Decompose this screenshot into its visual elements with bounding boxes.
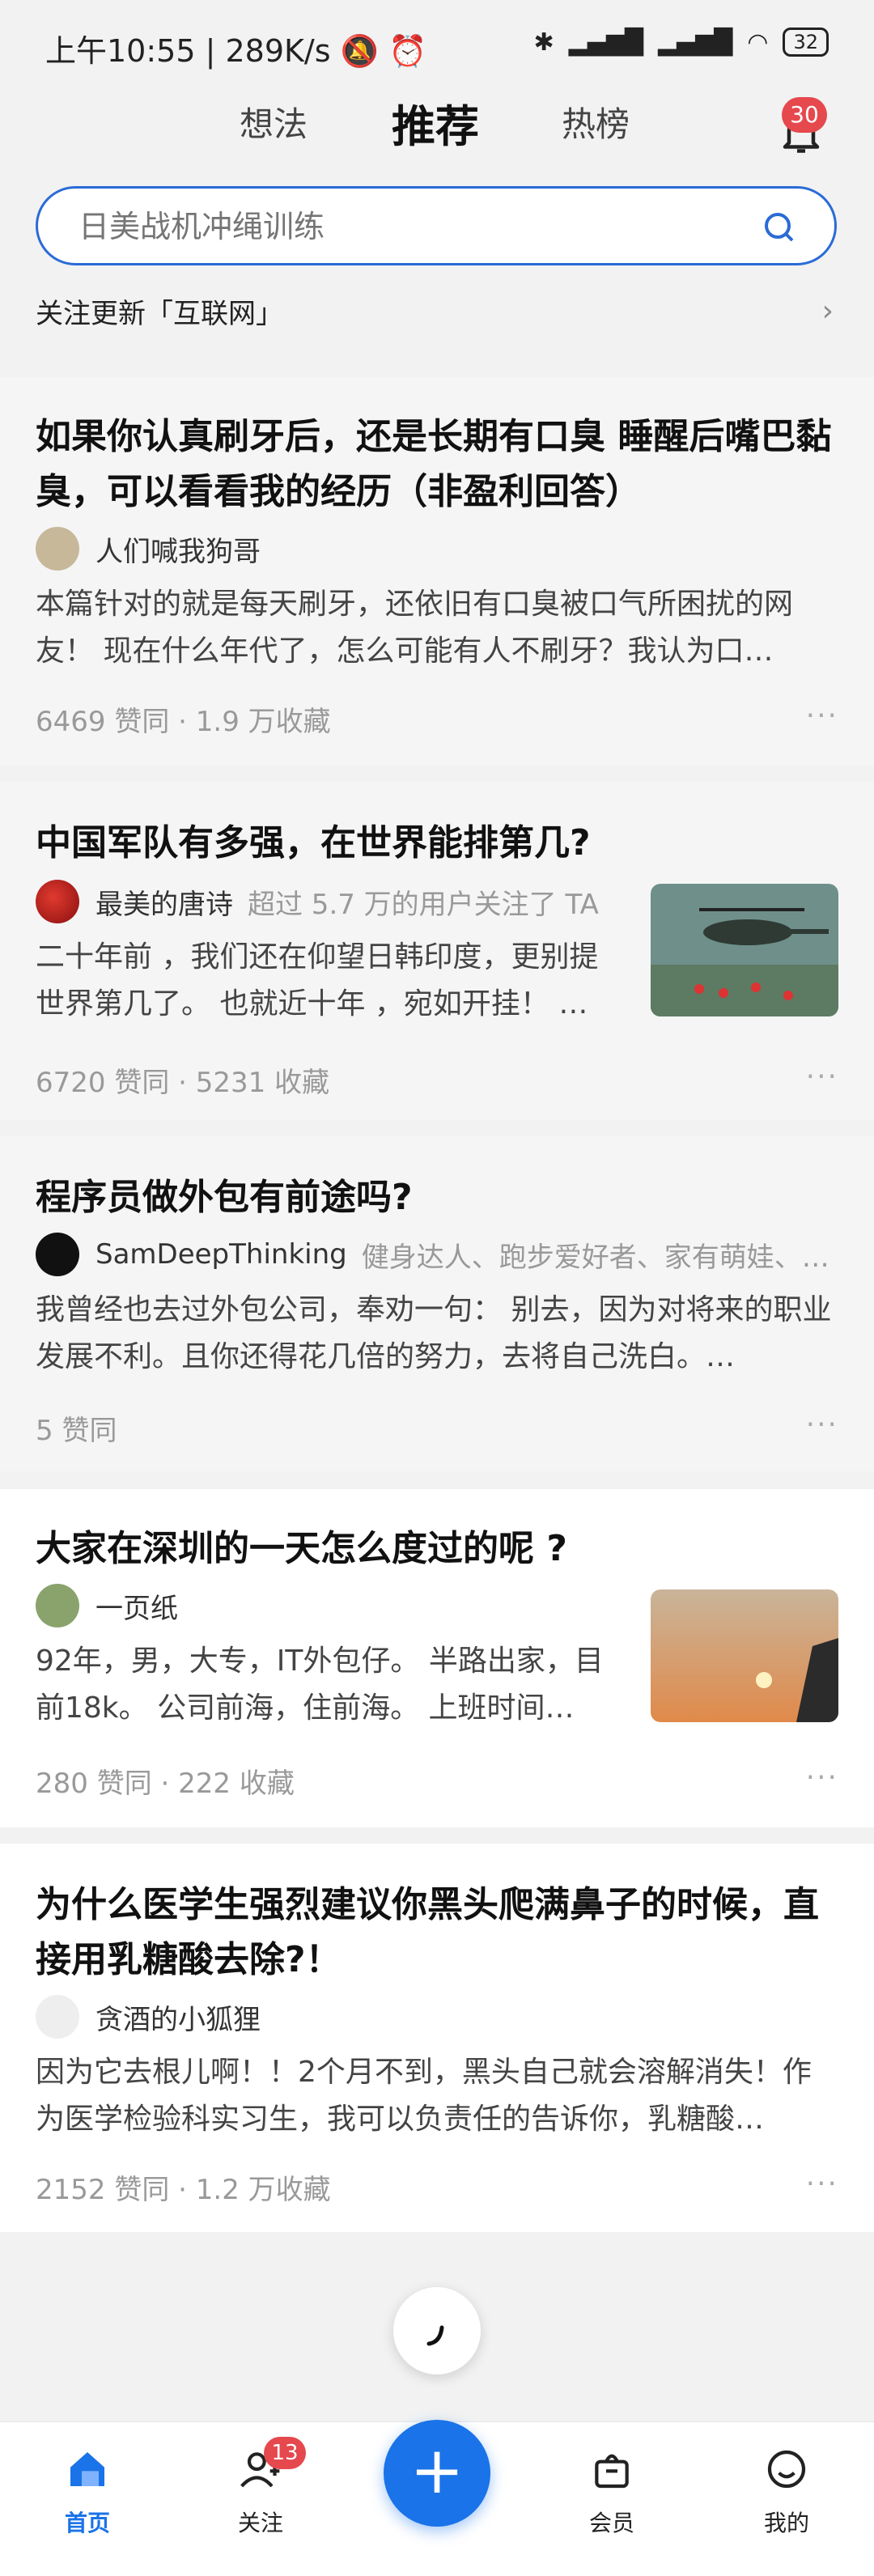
more-icon[interactable]: ··· — [806, 1060, 838, 1093]
alarm-icon: ⏰ — [388, 33, 427, 69]
feed-card[interactable]: 为什么医学生强烈建议你黑头爬满鼻子的时候，直接用乳糖酸去除?！ 贪酒的小狐狸 因… — [0, 1844, 874, 2232]
follow-badge: 13 — [264, 2437, 306, 2469]
avatar[interactable] — [36, 1233, 79, 1276]
card-excerpt[interactable]: 因为它去根儿啊！！2个月不到，黑头自己就会溶解消失！作为医学检验科实习生，我可以… — [36, 2049, 837, 2143]
follow-update-text: 关注更新「互联网」 — [36, 298, 283, 330]
more-icon[interactable]: ··· — [806, 1408, 838, 1441]
card-title[interactable]: 如果你认真刷牙后，还是长期有口臭 睡醒后嘴巴黏臭，可以看看我的经历（非盈利回答） — [36, 410, 837, 520]
more-icon[interactable]: ··· — [806, 699, 838, 732]
card-title[interactable]: 大家在深圳的一天怎么度过的呢 ? — [36, 1521, 837, 1577]
top-tabs: 想法 推荐 热榜 30 — [0, 89, 874, 170]
card-stats: 5 赞同 — [36, 1415, 117, 1447]
tab-hot[interactable]: 热榜 — [562, 97, 630, 146]
card-thumbnail-helicopter[interactable] — [651, 884, 838, 1016]
card-author[interactable]: 贪酒的小狐狸 — [36, 1992, 261, 2041]
mute-icon: 🔕 — [340, 33, 379, 69]
feed-card[interactable]: 程序员做外包有前途吗? SamDeepThinking 健身达人、跑步爱好者、家… — [0, 1136, 874, 1471]
author-meta: 超过 5.7 万的用户关注了 TA — [248, 888, 599, 921]
card-stats: 6720 赞同 · 5231 收藏 — [36, 1067, 330, 1099]
vip-bag-icon — [595, 2454, 629, 2489]
card-author[interactable]: 人们喊我狗哥 — [36, 524, 261, 573]
card-excerpt[interactable]: 本篇针对的就是每天刷牙，还依旧有口臭被口气所困扰的网友！ 现在什么年代了，怎么可… — [36, 581, 837, 675]
author-meta: 健身达人、跑步爱好者、家有萌娃、… — [361, 1241, 829, 1274]
nav-home-label: 首页 — [64, 2510, 110, 2536]
bluetooth-icon: ✱ — [533, 28, 554, 57]
status-time: 上午10:55 | 289K/s 🔕 ⏰ — [45, 33, 427, 69]
notification-badge: 30 — [782, 97, 827, 133]
card-thumbnail-sunset[interactable] — [651, 1589, 838, 1722]
status-bar: 上午10:55 | 289K/s 🔕 ⏰ ✱ ▂▄▆█ ▂▄▆█ ◠ 32 — [0, 0, 874, 89]
author-name[interactable]: 贪酒的小狐狸 — [95, 1997, 261, 2037]
tab-recommend[interactable]: 推荐 — [392, 91, 479, 155]
nav-me-label: 我的 — [763, 2510, 809, 2536]
feed-card[interactable]: 中国军队有多强，在世界能排第几? 最美的唐诗 超过 5.7 万的用户关注了 TA… — [0, 782, 874, 1120]
card-excerpt[interactable]: 我曾经也去过外包公司，奉劝一句： 别去，因为对将来的职业发展不利。且你还得花几倍… — [36, 1287, 837, 1381]
search-input[interactable] — [77, 205, 744, 248]
home-icon — [70, 2452, 104, 2486]
search-bar[interactable] — [36, 186, 837, 265]
feed-card[interactable]: 大家在深圳的一天怎么度过的呢 ? 一页纸 92年，男，大专，IT外包仔。 半路出… — [0, 1489, 874, 1827]
card-author[interactable]: 一页纸 — [36, 1581, 178, 1630]
loading-icon — [426, 2325, 444, 2346]
wifi-icon: ◠ — [747, 28, 769, 57]
nav-vip-label: 会员 — [588, 2510, 634, 2536]
more-icon[interactable]: ··· — [806, 1761, 838, 1794]
plus-icon: + — [409, 2433, 465, 2508]
card-stats: 280 赞同 · 222 收藏 — [36, 1768, 295, 1800]
card-title[interactable]: 为什么医学生强烈建议你黑头爬满鼻子的时候，直接用乳糖酸去除?！ — [36, 1878, 837, 1988]
search-icon[interactable] — [760, 208, 799, 247]
nav-me[interactable]: 我的 — [738, 2447, 835, 2538]
card-excerpt[interactable]: 92年，男，大专，IT外包仔。 半路出家，目前18k。 公司前海，住前海。 上班… — [36, 1638, 626, 1732]
avatar[interactable] — [36, 880, 79, 923]
signal-icon-2: ▂▄▆█ — [657, 28, 733, 57]
nav-vip[interactable]: 会员 — [563, 2447, 660, 2538]
author-name[interactable]: 最美的唐诗 — [95, 882, 233, 922]
notification-button[interactable]: 30 — [777, 97, 842, 162]
author-name[interactable]: 人们喊我狗哥 — [95, 529, 261, 569]
card-excerpt[interactable]: 二十年前 ，我们还在仰望日韩印度，更别提世界第几了。 也就近十年 ，宛如开挂！ … — [36, 934, 626, 1028]
more-icon[interactable]: ··· — [806, 2167, 838, 2200]
author-name[interactable]: SamDeepThinking — [95, 1238, 347, 1271]
avatar[interactable] — [36, 527, 79, 571]
avatar[interactable] — [36, 1995, 79, 2039]
tab-ideas[interactable]: 想法 — [240, 97, 308, 146]
refresh-button[interactable] — [393, 2287, 481, 2374]
card-stats: 6469 赞同 · 1.9 万收藏 — [36, 706, 331, 738]
card-author[interactable]: 最美的唐诗 超过 5.7 万的用户关注了 TA — [36, 877, 634, 926]
card-title[interactable]: 程序员做外包有前途吗? — [36, 1170, 837, 1225]
create-post-button[interactable]: + — [384, 2420, 490, 2527]
signal-icon: ▂▄▆█ — [568, 28, 643, 57]
nav-home[interactable]: 首页 — [39, 2447, 136, 2538]
follow-update-link[interactable]: 关注更新「互联网」 › — [36, 291, 838, 340]
nav-follow-label: 关注 — [237, 2510, 283, 2536]
chevron-right-icon: › — [821, 295, 834, 328]
battery-icon: 32 — [783, 28, 829, 57]
avatar[interactable] — [36, 1584, 79, 1628]
author-name[interactable]: 一页纸 — [95, 1586, 178, 1626]
card-title[interactable]: 中国军队有多强，在世界能排第几? — [36, 816, 837, 871]
feed-card[interactable]: 如果你认真刷牙后，还是长期有口臭 睡醒后嘴巴黏臭，可以看看我的经历（非盈利回答）… — [0, 377, 874, 766]
profile-icon — [767, 2450, 806, 2489]
card-author[interactable]: SamDeepThinking 健身达人、跑步爱好者、家有萌娃、… — [36, 1230, 837, 1279]
card-stats: 2152 赞同 · 1.2 万收藏 — [36, 2174, 331, 2206]
nav-follow[interactable]: 13 关注 — [212, 2437, 309, 2538]
